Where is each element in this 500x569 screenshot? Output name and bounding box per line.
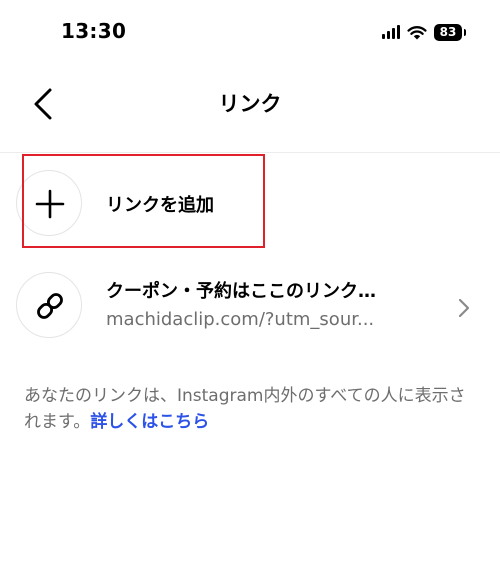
status-bar: 13:30 83: [0, 0, 500, 62]
status-icons: 83: [382, 22, 466, 42]
page-title: リンク: [218, 92, 282, 116]
links-screen: 13:30 83 リンク リンクを追加 クーポン・予約はここのリンク… mach…: [0, 0, 500, 569]
info-text: あなたのリンクは、Instagram内外のすべての人に表示されます。詳しくはこち…: [24, 383, 480, 435]
header: リンク: [0, 70, 500, 136]
battery-icon: 83: [434, 23, 466, 41]
signal-icon: [382, 25, 400, 39]
chevron-right-icon[interactable]: [456, 297, 472, 319]
link-title[interactable]: クーポン・予約はここのリンク…: [106, 277, 426, 303]
plus-icon: [35, 189, 65, 219]
battery-level: 83: [439, 25, 457, 39]
link-icon-circle[interactable]: [16, 272, 82, 338]
link-url[interactable]: machidaclip.com/?utm_sour...: [106, 309, 426, 330]
add-link-icon-circle[interactable]: [16, 170, 82, 236]
header-divider: [0, 152, 500, 153]
link-icon: [37, 293, 63, 319]
learn-more-link[interactable]: 詳しくはこちら: [90, 412, 209, 432]
wifi-icon: [407, 26, 427, 40]
status-time: 13:30: [61, 19, 127, 43]
add-link-label[interactable]: リンクを追加: [106, 191, 214, 217]
